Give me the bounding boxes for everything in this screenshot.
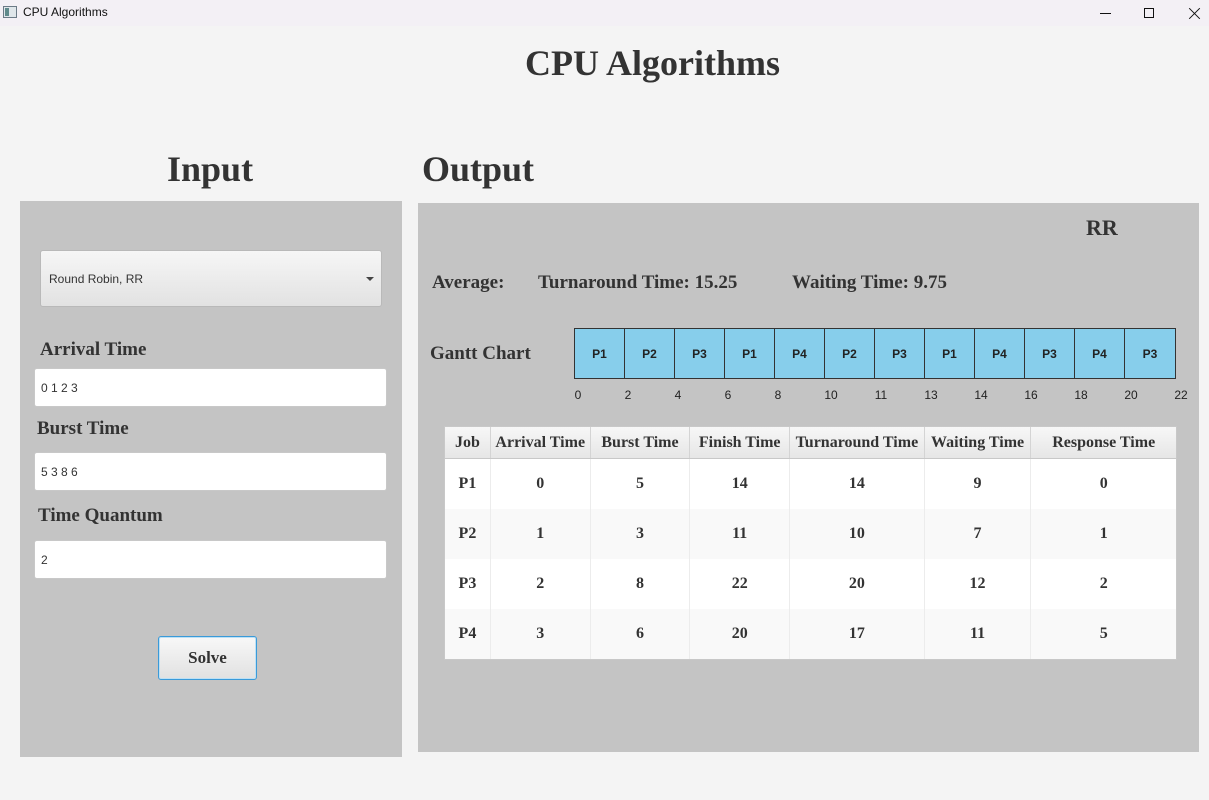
gantt-block: P3	[875, 329, 925, 378]
average-turnaround-time: Turnaround Time: 15.25	[538, 272, 738, 293]
table-body: P1 0 5 14 14 9 0 P2 1 3 11 10 7 1 P3 2 8 22 20 12 2 P4 3 6 20 17 1…	[445, 459, 1176, 659]
table-row[interactable]: P4 3 6 20 17 11 5	[445, 609, 1176, 659]
table-cell: 14	[690, 459, 791, 509]
time-quantum-label: Time Quantum	[38, 505, 163, 526]
gantt-tick-label: 10	[824, 388, 838, 402]
gantt-block: P4	[775, 329, 825, 378]
gantt-chart-label: Gantt Chart	[430, 343, 531, 364]
app-icon	[3, 6, 17, 18]
column-header[interactable]: Finish Time	[690, 427, 791, 458]
table-row[interactable]: P1 0 5 14 14 9 0	[445, 459, 1176, 509]
maximize-icon	[1144, 8, 1154, 18]
table-cell: 1	[491, 509, 591, 559]
minimize-button[interactable]	[1082, 0, 1128, 26]
gantt-block: P4	[975, 329, 1025, 378]
table-cell: 12	[925, 559, 1032, 609]
table-cell: 5	[1099, 625, 1108, 642]
table-cell: 20	[690, 609, 791, 659]
gantt-tick-label: 14	[974, 388, 988, 402]
table-cell: 8	[591, 559, 691, 609]
column-header[interactable]: Turnaround Time	[790, 427, 925, 458]
minimize-icon	[1099, 12, 1111, 14]
input-panel: Round Robin, RR Arrival Time 0 1 2 3 Bur…	[20, 201, 402, 757]
gantt-block: P1	[925, 329, 975, 378]
table-cell: 22	[690, 559, 791, 609]
table-cell: 11	[690, 509, 791, 559]
table-cell: 0	[491, 459, 591, 509]
input-heading: Input	[167, 149, 254, 189]
gantt-tick-label: 6	[724, 388, 732, 402]
table-cell: 5	[591, 459, 691, 509]
gantt-block: P1	[725, 329, 775, 378]
table-cell: 17	[790, 609, 925, 659]
gantt-block: P2	[625, 329, 675, 378]
gantt-block: P3	[1125, 329, 1175, 378]
table-header: Job Arrival Time Burst Time Finish Time Turn…	[445, 427, 1176, 459]
algorithm-name: RR	[1086, 215, 1118, 240]
table-row[interactable]: P3 2 8 22 20 12 2	[445, 559, 1176, 609]
table-cell: 3	[491, 609, 591, 659]
gantt-tick-label: 11	[874, 388, 888, 402]
table-cell: 6	[591, 609, 691, 659]
close-icon	[1189, 7, 1201, 19]
solve-button[interactable]: Solve	[158, 636, 257, 680]
gantt-tick-label: 8	[774, 388, 782, 402]
algorithm-selected-value: Round Robin, RR	[49, 272, 144, 286]
gantt-tick-label: 18	[1074, 388, 1088, 402]
chevron-down-icon	[366, 277, 374, 281]
arrival-time-input[interactable]: 0 1 2 3	[34, 368, 387, 407]
table-cell: 11	[925, 609, 1032, 659]
table-cell: P1	[445, 459, 491, 509]
gantt-tick-label: 2	[624, 388, 632, 402]
table-cell: 3	[591, 509, 691, 559]
window-title: CPU Algorithms	[23, 5, 108, 19]
results-table: Job Arrival Time Burst Time Finish Time Turn…	[444, 426, 1177, 660]
gantt-block: P2	[825, 329, 875, 378]
column-header[interactable]: Burst Time	[591, 427, 691, 458]
column-header[interactable]: Response Time	[1031, 427, 1176, 458]
page-title: CPU Algorithms	[525, 43, 780, 83]
algorithm-dropdown[interactable]: Round Robin, RR	[40, 250, 382, 307]
average-label: Average:	[432, 272, 505, 293]
column-header[interactable]: Arrival Time	[491, 427, 591, 458]
table-cell: P2	[445, 509, 491, 559]
gantt-tick-label: 20	[1124, 388, 1138, 402]
table-cell: 7	[925, 509, 1032, 559]
gantt-tick-label: 0	[574, 388, 582, 402]
title-bar: CPU Algorithms	[0, 0, 1209, 26]
gantt-tick-label: 13	[924, 388, 938, 402]
table-cell: 2	[491, 559, 591, 609]
gantt-tick-label: 22	[1174, 388, 1188, 402]
maximize-button[interactable]	[1126, 0, 1172, 26]
table-cell: 10	[790, 509, 925, 559]
arrival-time-label: Arrival Time	[40, 339, 147, 360]
gantt-tick-label: 4	[674, 388, 682, 402]
burst-time-input[interactable]: 5 3 8 6	[34, 452, 387, 491]
table-cell: P4	[445, 609, 491, 659]
table-cell: 2	[1099, 575, 1108, 592]
gantt-block: P1	[575, 329, 625, 378]
burst-time-label: Burst Time	[37, 418, 129, 439]
table-cell: 0	[1099, 475, 1108, 492]
table-cell: P3	[445, 559, 491, 609]
gantt-block: P4	[1075, 329, 1125, 378]
table-cell: 9	[925, 459, 1032, 509]
gantt-chart: P1 P2 P3 P1 P4 P2 P3 P1 P4 P3 P4 P3	[574, 328, 1176, 379]
close-button[interactable]	[1172, 0, 1209, 26]
output-panel: RR Average: Turnaround Time: 15.25 Waiti…	[418, 203, 1199, 752]
column-header[interactable]: Waiting Time	[925, 427, 1032, 458]
average-waiting-time: Waiting Time: 9.75	[792, 272, 948, 293]
table-cell: 20	[790, 559, 925, 609]
table-cell: 14	[790, 459, 925, 509]
table-cell: 1	[1099, 525, 1108, 542]
column-header[interactable]: Job	[445, 427, 491, 458]
gantt-block: P3	[1025, 329, 1075, 378]
time-quantum-input[interactable]: 2	[34, 540, 387, 579]
table-row[interactable]: P2 1 3 11 10 7 1	[445, 509, 1176, 559]
gantt-tick-label: 16	[1024, 388, 1038, 402]
gantt-block: P3	[675, 329, 725, 378]
output-heading: Output	[422, 149, 535, 189]
